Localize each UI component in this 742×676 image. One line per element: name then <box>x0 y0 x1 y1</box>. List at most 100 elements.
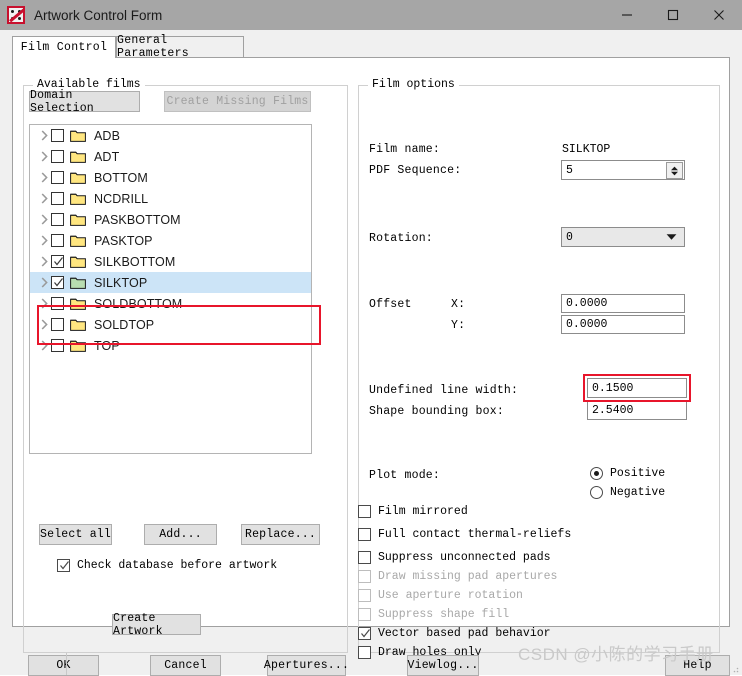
rotation-label: Rotation: <box>369 232 433 245</box>
film-row[interactable]: ADT <box>30 146 311 167</box>
film-option-checkbox[interactable]: Vector based pad behavior <box>358 627 551 640</box>
shape-bounding-box-value: 2.5400 <box>592 404 634 417</box>
maximize-icon[interactable] <box>650 0 696 30</box>
check-database-before-artwork-checkbox[interactable]: Check database before artwork <box>57 559 277 572</box>
domain-selection-button[interactable]: Domain Selection <box>29 88 140 115</box>
offset-y-input[interactable]: 0.0000 <box>561 315 685 334</box>
close-icon[interactable] <box>696 0 742 30</box>
film-checkbox[interactable] <box>51 192 64 205</box>
folder-icon <box>70 129 86 142</box>
chevron-right-icon[interactable] <box>37 235 51 246</box>
film-checkbox[interactable] <box>51 339 64 352</box>
shape-bounding-box-input[interactable]: 2.5400 <box>587 401 687 420</box>
rotation-select[interactable]: 0 <box>561 227 685 247</box>
film-option-checkbox-label: Film mirrored <box>378 505 468 518</box>
film-option-checkbox: Suppress shape fill <box>358 608 509 621</box>
film-checkbox[interactable] <box>51 213 64 226</box>
film-checkbox[interactable] <box>51 171 64 184</box>
group-film-options-title: Film options <box>368 78 459 91</box>
chevron-right-icon[interactable] <box>37 214 51 225</box>
select-all-button[interactable]: Select all <box>39 524 112 545</box>
viewlog-button[interactable]: Viewlog... <box>407 655 479 676</box>
chevron-right-icon[interactable] <box>37 319 51 330</box>
film-row[interactable]: PASKBOTTOM <box>30 209 311 230</box>
film-row[interactable]: SOLDBOTTOM <box>30 293 311 314</box>
film-row[interactable]: SILKBOTTOM <box>30 251 311 272</box>
pdf-sequence-spinner[interactable] <box>666 162 683 179</box>
plot-mode-label: Plot mode: <box>369 469 441 482</box>
chevron-right-icon[interactable] <box>37 193 51 204</box>
film-label: NCDRILL <box>94 191 149 206</box>
undefined-line-width-input[interactable]: 0.1500 <box>587 378 687 398</box>
film-checkbox[interactable] <box>51 318 64 331</box>
film-option-checkbox[interactable]: Suppress unconnected pads <box>358 551 551 564</box>
tab-film-control-label: Film Control <box>20 41 108 54</box>
tab-film-control[interactable]: Film Control <box>12 36 116 58</box>
film-checkbox[interactable] <box>51 150 64 163</box>
film-row[interactable]: SOLDTOP <box>30 314 311 335</box>
film-tree-list[interactable]: ADB ADT BOTTOM NCDRILL PASKBOTTOM PASKTOP SILK… <box>29 124 312 454</box>
create-artwork-button[interactable]: Create Artwork <box>112 611 201 638</box>
film-row[interactable]: PASKTOP <box>30 230 311 251</box>
chevron-right-icon[interactable] <box>37 277 51 288</box>
minimize-icon[interactable] <box>604 0 650 30</box>
window-controls <box>604 0 742 30</box>
chevron-right-icon[interactable] <box>37 340 51 351</box>
offset-y-value: 0.0000 <box>566 318 608 331</box>
film-option-checkbox[interactable]: Film mirrored <box>358 505 468 518</box>
film-label: SILKTOP <box>94 275 148 290</box>
chevron-right-icon[interactable] <box>37 151 51 162</box>
film-name-label: Film name: <box>369 143 441 156</box>
offset-x-value: 0.0000 <box>566 297 608 310</box>
create-artwork-label: Create Artwork <box>113 611 163 638</box>
film-checkbox[interactable] <box>51 297 64 310</box>
film-checkbox[interactable] <box>51 276 64 289</box>
film-option-checkbox-box <box>358 570 371 583</box>
tab-general-parameters[interactable]: General Parameters <box>116 34 244 60</box>
window-title: Artwork Control Form <box>34 7 163 23</box>
replace-label: Replace... <box>244 528 316 541</box>
plot-mode-negative-radio[interactable]: Negative <box>590 486 665 499</box>
offset-x-input[interactable]: 0.0000 <box>561 294 685 313</box>
domain-selection-label: Domain Selection <box>30 88 94 115</box>
create-missing-films-button[interactable]: Create Missing Films <box>164 91 311 112</box>
status-divider <box>66 653 67 675</box>
film-row[interactable]: SILKTOP <box>30 272 311 293</box>
pdf-sequence-value: 5 <box>566 163 573 177</box>
cancel-label: Cancel <box>164 659 207 672</box>
plot-mode-positive-radio-mark <box>590 467 603 480</box>
film-checkbox[interactable] <box>51 255 64 268</box>
film-label: TOP <box>94 338 120 353</box>
pdf-sequence-label: PDF Sequence: <box>369 164 462 177</box>
plot-mode-positive-radio[interactable]: Positive <box>590 467 665 480</box>
tab-strip: Film Control General Parameters <box>12 34 730 60</box>
resize-grip[interactable] <box>729 662 739 673</box>
cancel-button[interactable]: Cancel <box>150 655 221 676</box>
film-option-checkbox[interactable]: Full contact thermal-reliefs <box>358 528 571 541</box>
folder-icon <box>70 339 86 352</box>
film-label: ADB <box>94 128 121 143</box>
film-row[interactable]: NCDRILL <box>30 188 311 209</box>
pdf-sequence-input[interactable]: 5 <box>561 160 685 180</box>
ok-button[interactable]: OK <box>28 655 99 676</box>
chevron-right-icon[interactable] <box>37 172 51 183</box>
title-bar: Artwork Control Form <box>0 0 742 30</box>
apertures-button[interactable]: Apertures... <box>263 655 350 676</box>
folder-icon <box>70 276 86 289</box>
film-option-checkbox-label: Suppress unconnected pads <box>378 551 551 564</box>
chevron-right-icon[interactable] <box>37 298 51 309</box>
film-name-value: SILKTOP <box>562 143 611 156</box>
film-row[interactable]: TOP <box>30 335 311 356</box>
film-row[interactable]: ADB <box>30 125 311 146</box>
film-option-checkbox-label: Full contact thermal-reliefs <box>378 528 572 541</box>
chevron-right-icon[interactable] <box>37 130 51 141</box>
replace-button[interactable]: Replace... <box>241 524 320 545</box>
add-button[interactable]: Add... <box>144 524 217 545</box>
apertures-label: Apertures... <box>263 659 350 672</box>
artwork-app-icon <box>7 6 25 24</box>
chevron-right-icon[interactable] <box>37 256 51 267</box>
spinner-down-icon[interactable] <box>670 171 679 176</box>
film-row[interactable]: BOTTOM <box>30 167 311 188</box>
film-checkbox[interactable] <box>51 234 64 247</box>
film-checkbox[interactable] <box>51 129 64 142</box>
